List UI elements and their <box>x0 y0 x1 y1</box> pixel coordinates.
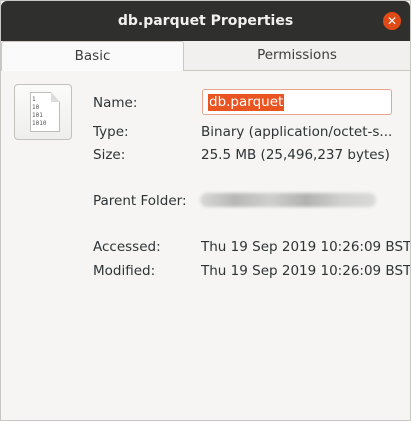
parent-folder-value-redacted <box>200 193 376 207</box>
accessed-value: Thu 19 Sep 2019 10:26:09 BST <box>201 239 411 255</box>
accessed-label: Accessed: <box>93 239 161 255</box>
modified-label: Modified: <box>93 263 156 279</box>
properties-dialog: db.parquet Properties ✕ Basic Permission… <box>0 0 411 421</box>
parent-folder-label: Parent Folder: <box>93 193 187 209</box>
modified-value: Thu 19 Sep 2019 10:26:09 BST <box>201 263 411 279</box>
name-label: Name: <box>93 95 138 111</box>
file-page-fold <box>51 92 60 102</box>
name-field-selected-text[interactable]: db.parquet <box>208 94 285 111</box>
tab-permissions[interactable]: Permissions <box>184 41 410 69</box>
type-label: Type: <box>93 124 129 140</box>
basic-tab-content: 1 10 101 1010 Name: db.parquet Type: Bin… <box>1 71 411 420</box>
window-title: db.parquet Properties <box>117 13 294 29</box>
binary-digits: 1 10 101 1010 <box>32 96 47 127</box>
size-value: 25.5 MB (25,496,237 bytes) <box>201 147 390 163</box>
name-field[interactable]: db.parquet <box>202 89 392 115</box>
title-bar[interactable]: db.parquet Properties ✕ <box>1 1 410 41</box>
tab-bar: Basic Permissions <box>1 41 410 71</box>
close-button[interactable]: ✕ <box>383 12 401 30</box>
tab-basic[interactable]: Basic <box>1 41 184 71</box>
type-value: Binary (application/octet-s... <box>201 124 393 140</box>
size-label: Size: <box>93 147 126 163</box>
binary-file-icon: 1 10 101 1010 <box>14 84 72 140</box>
